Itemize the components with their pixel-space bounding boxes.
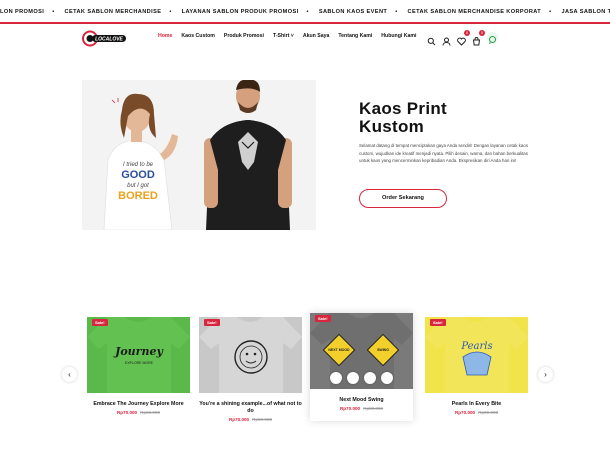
hero-title-line: Kaos Print [359,99,448,118]
hero-models-illustration: I tried to be GOOD but I got BORED [82,80,316,230]
menu-item-kaos-custom[interactable]: Kaos Custom [181,33,214,39]
header-actions: 0 0 [427,30,498,46]
tshirt-journey-illustration: Journey EXPLORE MORE [87,317,190,393]
price-old: Rp80.000 [478,410,499,415]
product-card-hovered[interactable]: NEXT MOOD SWING Sale! Next Mood Swing Rp… [310,313,413,421]
hero-title: Kaos Print Kustom [359,100,447,136]
menu-item-akun-saya[interactable]: Akun Saya [303,33,330,39]
svg-text:I tried to be: I tried to be [123,162,154,168]
menu-item-produk-promosi[interactable]: Produk Promosi [224,33,264,39]
sale-badge: Sale! [92,319,108,326]
product-image[interactable]: Sale! [199,317,302,393]
hero-image: I tried to be GOOD but I got BORED [82,80,316,230]
svg-text:EXPLORE MORE: EXPLORE MORE [125,361,154,365]
wishlist-icon[interactable]: 0 [457,30,470,46]
sale-badge: Sale! [204,319,220,326]
quick-actions [330,372,393,384]
svg-text:Pearls: Pearls [460,341,492,352]
search-icon[interactable] [427,33,436,46]
product-name[interactable]: Embrace The Journey Explore More [87,401,190,408]
add-to-cart-icon[interactable] [364,372,376,384]
svg-text:but I got: but I got [127,183,149,189]
main-header: LOCALOVE Home Kaos Custom Produk Promosi… [0,26,610,50]
svg-text:Journey: Journey [113,345,164,358]
price-current: Rp70.000 [339,406,361,411]
sale-badge: Sale! [430,319,446,326]
price-old: Rp80.000 [363,406,384,411]
ticker-item: LAYANAN SABLON PRODUK PROMOSI [181,9,299,15]
menu-item-home[interactable]: Home [158,33,172,39]
product-price: Rp70.000 Rp80.000 [87,410,190,415]
ticker-item: CETAK SABLON MERCHANDISE KORPORAT [407,9,542,15]
svg-text:LOCALOVE: LOCALOVE [95,37,123,43]
tshirt-shining-illustration [199,317,302,393]
whatsapp-icon[interactable] [487,32,498,44]
compare-icon[interactable] [347,372,359,384]
hero-title-line: Kustom [359,117,425,136]
order-now-button[interactable]: Order Sekarang [359,189,447,208]
cart-count-badge: 0 [479,30,485,36]
logo-mark: LOCALOVE [82,30,126,47]
tshirt-pearls-illustration: Pearls [425,317,528,393]
product-image[interactable]: Pearls Sale! [425,317,528,393]
carousel-next-button[interactable]: › [538,367,553,382]
sale-badge: Sale! [315,315,331,322]
product-image[interactable]: Journey EXPLORE MORE Sale! [87,317,190,393]
quick-view-icon[interactable] [381,372,393,384]
product-name[interactable]: Next Mood Swing [310,397,413,404]
user-icon[interactable] [442,33,451,46]
ticker-item: LON PROMOSI [0,9,45,15]
price-current: Rp70.000 [454,410,476,415]
ticker-item: SABLON KAOS EVENT [318,9,388,15]
product-card[interactable]: Journey EXPLORE MORE Sale! Embrace The J… [87,317,190,415]
carousel-prev-button[interactable]: ‹ [62,367,77,382]
product-name[interactable]: You're a shining example...of what not t… [199,401,302,415]
product-price: Rp70.000 Rp80.000 [310,406,413,411]
wishlist-count-badge: 0 [464,30,470,36]
chevron-right-icon: › [544,370,547,379]
top-ticker: LON PROMOSI • CETAK SABLON MERCHANDISE • L… [0,0,610,24]
price-old: Rp80.000 [252,417,273,422]
primary-menu: Home Kaos Custom Produk Promosi T-Shirt … [158,33,416,39]
product-price: Rp70.000 Rp80.000 [199,417,302,422]
cart-icon[interactable]: 0 [472,30,485,46]
menu-item-hubungi-kami[interactable]: Hubungi Kami [381,33,416,39]
svg-text:GOOD: GOOD [121,169,155,181]
price-old: Rp80.000 [140,410,161,415]
ticker-item: CETAK SABLON MERCHANDISE [64,9,162,15]
menu-item-tentang-kami[interactable]: Tentang Kami [338,33,372,39]
ticker-item: JASA SABLON TAS [561,9,610,15]
product-name[interactable]: Pearls In Every Bite [425,401,528,408]
brand-logo[interactable]: LOCALOVE [82,30,128,47]
menu-item-tshirt[interactable]: T-Shirt ˅ [273,33,294,39]
price-current: Rp70.000 [116,410,138,415]
hero-description: Selamat datang di tempat menciptakan gay… [359,143,528,163]
svg-text:NEXT MOOD: NEXT MOOD [328,348,350,352]
product-image[interactable]: NEXT MOOD SWING Sale! [310,313,413,389]
price-current: Rp70.000 [228,417,250,422]
svg-text:SWING: SWING [377,348,389,352]
product-price: Rp70.000 Rp80.000 [425,410,528,415]
product-card[interactable]: Pearls Sale! Pearls In Every Bite Rp70.0… [425,317,528,415]
product-card[interactable]: Sale! You're a shining example...of what… [199,317,302,422]
chevron-left-icon: ‹ [68,370,71,379]
wishlist-icon[interactable] [330,372,342,384]
svg-text:BORED: BORED [118,190,158,202]
